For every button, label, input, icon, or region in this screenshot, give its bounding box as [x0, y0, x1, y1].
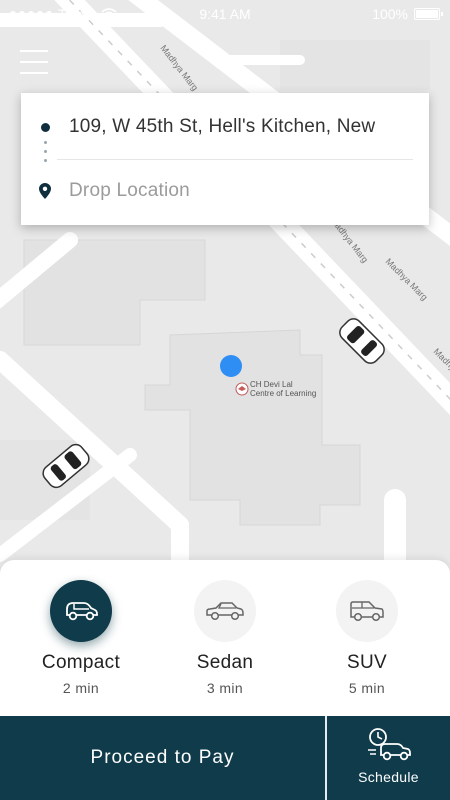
vehicle-name: SUV — [347, 652, 387, 673]
battery-percent: 100% — [372, 6, 408, 22]
menu-button[interactable] — [20, 50, 50, 76]
action-bar: Proceed to Pay Schedule — [0, 716, 450, 800]
schedule-button[interactable]: Schedule — [327, 716, 450, 800]
sedan-car-icon — [206, 602, 244, 621]
suv-car-icon — [350, 601, 384, 622]
location-pin-icon — [39, 183, 51, 199]
school-icon — [235, 382, 249, 396]
pickup-dot-icon — [40, 122, 50, 132]
vehicle-selector: Compact 2 min Sedan 3 min SUV 5 min — [0, 560, 450, 717]
pickup-location-row[interactable]: 109, W 45th St, Hell's Kitchen, New — [21, 97, 429, 157]
status-bar: Tomin 9:41 AM 100% — [0, 0, 450, 28]
poi-name-line1: CH Devi Lal — [250, 380, 293, 389]
schedule-label: Schedule — [358, 769, 419, 785]
vehicle-option-compact[interactable]: Compact 2 min — [16, 580, 146, 696]
vehicle-name: Sedan — [196, 652, 254, 673]
proceed-to-pay-button[interactable]: Proceed to Pay — [0, 716, 325, 800]
poi-name-line2: Centre of Learning — [250, 389, 316, 398]
schedule-car-icon — [367, 728, 411, 761]
vehicle-option-suv[interactable]: SUV 5 min — [302, 580, 432, 696]
drop-location-input[interactable]: Drop Location — [69, 180, 417, 202]
battery-icon — [414, 8, 443, 20]
pay-button-label: Proceed to Pay — [90, 747, 235, 768]
vehicle-eta: 2 min — [62, 680, 100, 696]
vehicle-option-sedan[interactable]: Sedan 3 min — [160, 580, 290, 696]
vehicle-name: Compact — [41, 652, 121, 673]
drop-location-row[interactable]: Drop Location — [21, 161, 429, 221]
location-card: 109, W 45th St, Hell's Kitchen, New Drop… — [21, 93, 429, 225]
hamburger-icon — [20, 50, 48, 52]
vehicle-eta: 5 min — [348, 680, 386, 696]
pickup-address[interactable]: 109, W 45th St, Hell's Kitchen, New — [69, 116, 417, 138]
vehicle-eta: 3 min — [206, 680, 244, 696]
compact-car-icon — [66, 602, 98, 621]
divider — [57, 159, 413, 160]
